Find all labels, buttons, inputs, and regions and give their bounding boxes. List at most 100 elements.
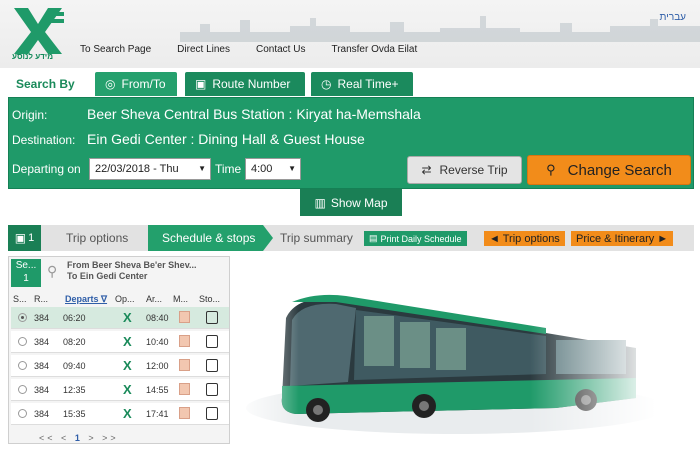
row-radio[interactable]	[18, 337, 27, 346]
route-from: From Beer Sheva Be'er Shev...	[67, 260, 197, 270]
bus-stops-icon[interactable]	[206, 383, 218, 396]
print-schedule-label: Print Daily Schedule	[380, 233, 462, 244]
language-link[interactable]: עברית	[660, 12, 686, 23]
bus-stops-icon[interactable]	[206, 311, 218, 324]
operator-logo-icon: X	[123, 310, 132, 325]
col-operator[interactable]: Op...	[115, 294, 135, 304]
tab-real-time[interactable]: ◷ Real Time+	[310, 71, 414, 97]
logo-subtitle: מידע לנוסע	[12, 52, 54, 61]
reverse-trip-label: Reverse Trip	[439, 163, 508, 177]
operator-logo-icon: X	[123, 382, 132, 397]
top-navigation: To Search Page Direct Lines Contact Us T…	[80, 44, 443, 55]
route-number: 384	[34, 313, 50, 323]
map-icon[interactable]	[179, 311, 190, 323]
bus-stops-icon[interactable]	[206, 407, 218, 420]
segment-label: Se...	[15, 260, 37, 271]
price-itinerary-button[interactable]: Price & Itinerary ►	[571, 231, 674, 246]
nav-search-page[interactable]: To Search Page	[80, 44, 151, 55]
depart-time: 08:20	[63, 337, 86, 347]
step-schedule[interactable]: Schedule & stops	[148, 225, 263, 251]
depart-time: 06:20	[63, 313, 86, 323]
map-icon[interactable]	[179, 407, 190, 419]
row-radio[interactable]	[18, 313, 27, 322]
bus-stops-icon[interactable]	[206, 335, 218, 348]
departing-label: Departing on	[12, 162, 81, 176]
change-search-label: Change Search	[567, 161, 672, 179]
operator-logo-icon: X	[123, 406, 132, 421]
show-map-button[interactable]: ▥ Show Map	[300, 189, 402, 216]
step-number: 1	[28, 232, 35, 244]
map-icon: ▥	[314, 195, 326, 210]
table-row[interactable]: 384 15:35 X 17:41	[11, 403, 229, 425]
origin-label: Origin:	[12, 108, 48, 122]
row-radio[interactable]	[18, 409, 27, 418]
pager-first[interactable]: <<	[39, 433, 56, 443]
bus-icon: ▣	[195, 77, 207, 91]
col-arrives[interactable]: Ar...	[146, 294, 162, 304]
origin-value[interactable]: Beer Sheva Central Bus Station : Kiryat …	[87, 106, 421, 122]
map-icon[interactable]	[179, 359, 190, 371]
printer-icon: ▤	[369, 233, 378, 243]
chevron-down-icon: ▼	[198, 164, 206, 173]
pager-next[interactable]: >	[88, 433, 96, 443]
back-trip-options-button[interactable]: ◄ Trip options	[484, 231, 565, 246]
nav-transfer-ovda[interactable]: Transfer Ovda Eilat	[331, 44, 417, 55]
route-title: From Beer Sheva Be'er Shev... To Ein Ged…	[67, 260, 197, 282]
pager-prev[interactable]: <	[61, 433, 69, 443]
tab-route-number[interactable]: ▣ Route Number	[184, 71, 306, 97]
table-row[interactable]: 384 08:20 X 10:40	[11, 331, 229, 353]
skyline-decoration	[180, 16, 700, 42]
nav-direct-lines[interactable]: Direct Lines	[177, 44, 230, 55]
destination-value[interactable]: Ein Gedi Center : Dining Hall & Guest Ho…	[87, 131, 365, 147]
depart-time: 15:35	[63, 409, 86, 419]
depart-time: 12:35	[63, 385, 86, 395]
pager-current[interactable]: 1	[75, 433, 83, 443]
depart-time: 09:40	[63, 361, 86, 371]
row-radio[interactable]	[18, 385, 27, 394]
operator-logo-icon: X	[123, 358, 132, 373]
tab-real-time-label: Real Time+	[337, 77, 399, 91]
nav-contact-us[interactable]: Contact Us	[256, 44, 305, 55]
route-number: 384	[34, 409, 50, 419]
destination-label: Destination:	[12, 133, 76, 147]
date-select[interactable]: 22/03/2018 - Thu ▼	[89, 158, 211, 180]
col-select[interactable]: S...	[13, 294, 27, 304]
operator-logo-icon: X	[123, 334, 132, 349]
table-row[interactable]: 384 12:35 X 14:55	[11, 379, 229, 401]
row-radio[interactable]	[18, 361, 27, 370]
step-trip-options[interactable]: Trip options	[66, 225, 128, 251]
page: מידע לנוסע עברית To Search Page Direct L…	[0, 0, 700, 469]
arrive-time: 17:41	[146, 409, 169, 419]
pager: << < 1 > >>	[39, 433, 119, 443]
tab-from-to[interactable]: ◎ From/To	[94, 71, 178, 97]
change-search-button[interactable]: ⚲ Change Search	[527, 155, 691, 185]
search-by-label: Search By	[16, 77, 75, 91]
table-row[interactable]: 384 09:40 X 12:00	[11, 355, 229, 377]
swap-icon: ⇄	[421, 163, 432, 177]
tab-route-number-label: Route Number	[212, 77, 291, 91]
map-icon[interactable]	[179, 383, 190, 395]
step-arrow-decoration	[263, 225, 273, 251]
step-trip-summary[interactable]: Trip summary	[280, 225, 353, 251]
step-schedule-label: Schedule & stops	[162, 231, 256, 245]
map-icon[interactable]	[179, 335, 190, 347]
clock-icon: ◷	[321, 77, 332, 91]
segment-number: 1	[23, 273, 29, 284]
col-map[interactable]: M...	[173, 294, 188, 304]
col-route[interactable]: R...	[34, 294, 48, 304]
reverse-trip-button[interactable]: ⇄ Reverse Trip	[407, 156, 522, 184]
arrive-time: 12:00	[146, 361, 169, 371]
arrive-time: 14:55	[146, 385, 169, 395]
bus-stops-icon[interactable]	[206, 359, 218, 372]
header: מידע לנוסע עברית To Search Page Direct L…	[0, 0, 700, 68]
tab-from-to-label: From/To	[121, 77, 166, 91]
time-select[interactable]: 4:00 ▼	[245, 158, 301, 180]
pager-last[interactable]: >>	[102, 433, 119, 443]
col-stops[interactable]: Sto...	[199, 294, 220, 304]
date-value: 22/03/2018 - Thu	[95, 163, 179, 175]
print-schedule-button[interactable]: ▤ Print Daily Schedule	[364, 231, 467, 246]
show-map-label: Show Map	[330, 195, 388, 210]
table-row[interactable]: 384 06:20 X 08:40	[11, 307, 229, 329]
route-number: 384	[34, 361, 50, 371]
col-departs[interactable]: Departs ∇	[65, 294, 107, 305]
